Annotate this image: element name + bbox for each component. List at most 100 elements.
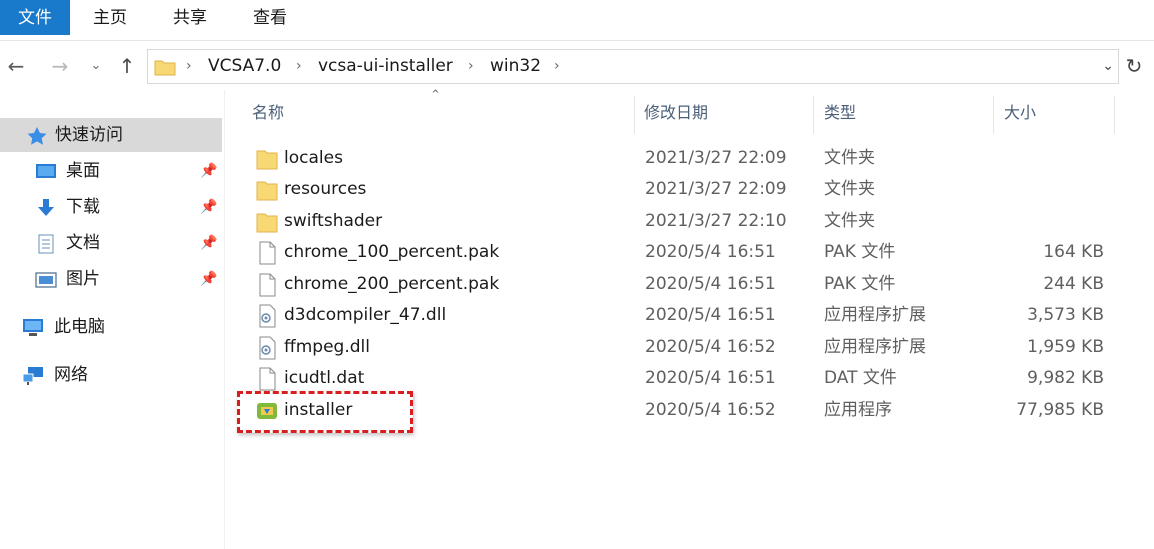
file-name: locales (284, 148, 343, 168)
desktop-icon (36, 164, 56, 178)
refresh-button[interactable]: ↻ (1120, 49, 1148, 84)
tab-file[interactable]: 文件 (0, 0, 70, 35)
document-icon (38, 234, 54, 254)
breadcrumb-separator[interactable]: › (554, 50, 560, 83)
arrow-left-icon: ← (7, 54, 25, 78)
sidebar-item-desktop[interactable]: 桌面 📌 (0, 154, 222, 188)
file-row-locales[interactable]: locales 2021/3/27 22:09 文件夹 (250, 143, 1110, 174)
sidebar-item-quick-access[interactable]: 快速访问 (0, 118, 222, 152)
tab-share[interactable]: 共享 (150, 0, 230, 35)
file-name: ffmpeg.dll (284, 337, 370, 357)
file-name: chrome_200_percent.pak (284, 274, 500, 294)
pin-icon[interactable]: 📌 (200, 226, 217, 260)
file-row-ffmpeg[interactable]: ffmpeg.dll 2020/5/4 16:52 应用程序扩展 1,959 K… (250, 332, 1110, 363)
back-button[interactable]: ← (4, 53, 28, 79)
file-size: 3,573 KB (1027, 305, 1104, 325)
file-date: 2020/5/4 16:51 (645, 305, 776, 325)
file-row-icudtl[interactable]: icudtl.dat 2020/5/4 16:51 DAT 文件 9,982 K… (250, 363, 1110, 394)
file-row-resources[interactable]: resources 2021/3/27 22:09 文件夹 (250, 174, 1110, 205)
file-row-chrome-100-percent[interactable]: chrome_100_percent.pak 2020/5/4 16:51 PA… (250, 237, 1110, 268)
sidebar-item-label: 图片 (66, 269, 100, 289)
tab-view[interactable]: 查看 (230, 0, 310, 35)
file-size: 9,982 KB (1027, 368, 1104, 388)
file-name: swiftshader (284, 211, 383, 231)
file-date: 2020/5/4 16:52 (645, 337, 776, 357)
file-row-chrome-200-percent[interactable]: chrome_200_percent.pak 2020/5/4 16:51 PA… (250, 269, 1110, 300)
sidebar-item-label: 文档 (66, 233, 100, 253)
file-row-d3dcompiler[interactable]: d3dcompiler_47.dll 2020/5/4 16:51 应用程序扩展… (250, 300, 1110, 331)
breadcrumb-separator[interactable]: › (186, 50, 192, 83)
file-type: 文件夹 (824, 179, 875, 199)
file-name: icudtl.dat (284, 368, 365, 388)
file-date: 2021/3/27 22:09 (645, 179, 787, 199)
file-date: 2020/5/4 16:52 (645, 400, 776, 420)
breadcrumb-separator[interactable]: › (468, 50, 474, 83)
column-divider[interactable] (993, 96, 994, 134)
pin-icon[interactable]: 📌 (200, 190, 217, 224)
ribbon: 文件 主页 共享 查看 (0, 0, 1154, 38)
network-icon (22, 367, 43, 385)
file-icon (259, 241, 276, 265)
chevron-down-icon: ⌄ (90, 58, 102, 73)
file-icon (259, 367, 276, 391)
file-size: 77,985 KB (1016, 400, 1104, 420)
tab-home[interactable]: 主页 (70, 0, 150, 35)
sidebar-item-label: 网络 (54, 365, 88, 385)
file-date: 2020/5/4 16:51 (645, 274, 776, 294)
dll-icon (259, 304, 276, 328)
arrow-right-icon: → (51, 54, 69, 78)
file-name: d3dcompiler_47.dll (284, 305, 447, 325)
highlight-annotation (237, 391, 413, 433)
breadcrumb-vcsa-ui-installer[interactable]: vcsa-ui-installer (318, 50, 453, 83)
file-type: PAK 文件 (824, 274, 896, 294)
column-header-date[interactable]: 修改日期 (644, 92, 809, 134)
address-dropdown-icon[interactable]: ⌄ (1102, 50, 1114, 83)
breadcrumb-vcsa[interactable]: VCSA7.0 (208, 50, 281, 83)
file-type: 文件夹 (824, 148, 875, 168)
sidebar-item-downloads[interactable]: 下载 📌 (0, 190, 222, 224)
column-divider[interactable] (1114, 96, 1115, 134)
file-row-swiftshader[interactable]: swiftshader 2021/3/27 22:10 文件夹 (250, 206, 1110, 237)
folder-icon (256, 213, 278, 233)
folder-icon (256, 150, 278, 170)
breadcrumb-win32[interactable]: win32 (490, 50, 541, 83)
download-icon (38, 199, 54, 216)
address-bar[interactable]: › VCSA7.0 › vcsa-ui-installer › win32 › … (147, 49, 1119, 84)
sidebar-item-documents[interactable]: 文档 📌 (0, 226, 222, 260)
navigation-bar: ← → ⌄ ↑ › VCSA7.0 › vcsa-ui-installer › … (0, 40, 1154, 90)
file-name: chrome_100_percent.pak (284, 242, 500, 262)
file-type: 应用程序扩展 (824, 337, 926, 357)
column-header-name[interactable]: 名称 (252, 92, 632, 134)
column-divider[interactable] (813, 96, 814, 134)
sidebar-item-pictures[interactable]: 图片 📌 (0, 262, 222, 296)
file-type: 应用程序 (824, 400, 892, 420)
file-type: DAT 文件 (824, 368, 897, 388)
star-icon (27, 127, 47, 145)
sidebar-item-this-pc[interactable]: 此电脑 (0, 310, 222, 344)
up-button[interactable]: ↑ (114, 53, 140, 79)
navigation-pane: 快速访问 桌面 📌 下载 📌 文档 📌 图片 📌 此电脑 网络 (0, 90, 225, 549)
refresh-icon: ↻ (1125, 54, 1143, 78)
file-size: 244 KB (1043, 274, 1104, 294)
file-type: 应用程序扩展 (824, 305, 926, 325)
file-date: 2021/3/27 22:09 (645, 148, 787, 168)
pin-icon[interactable]: 📌 (200, 262, 217, 296)
breadcrumb-separator[interactable]: › (296, 50, 302, 83)
picture-icon (35, 272, 57, 288)
pin-icon[interactable]: 📌 (200, 154, 217, 188)
folder-icon (256, 181, 278, 201)
forward-button[interactable]: → (48, 53, 72, 79)
column-header-size[interactable]: 大小 (1004, 92, 1109, 134)
column-divider[interactable] (634, 96, 635, 134)
recent-locations-button[interactable]: ⌄ (86, 53, 106, 79)
sidebar-item-label: 下载 (66, 197, 100, 217)
column-header-type[interactable]: 类型 (824, 92, 989, 134)
file-icon (259, 273, 276, 297)
sidebar-item-label: 桌面 (66, 161, 100, 181)
file-name: resources (284, 179, 367, 199)
computer-icon (23, 319, 43, 336)
sidebar-item-network[interactable]: 网络 (0, 358, 222, 392)
sidebar-item-label: 此电脑 (54, 317, 105, 337)
sidebar-item-label: 快速访问 (55, 125, 123, 145)
dll-icon (259, 336, 276, 360)
